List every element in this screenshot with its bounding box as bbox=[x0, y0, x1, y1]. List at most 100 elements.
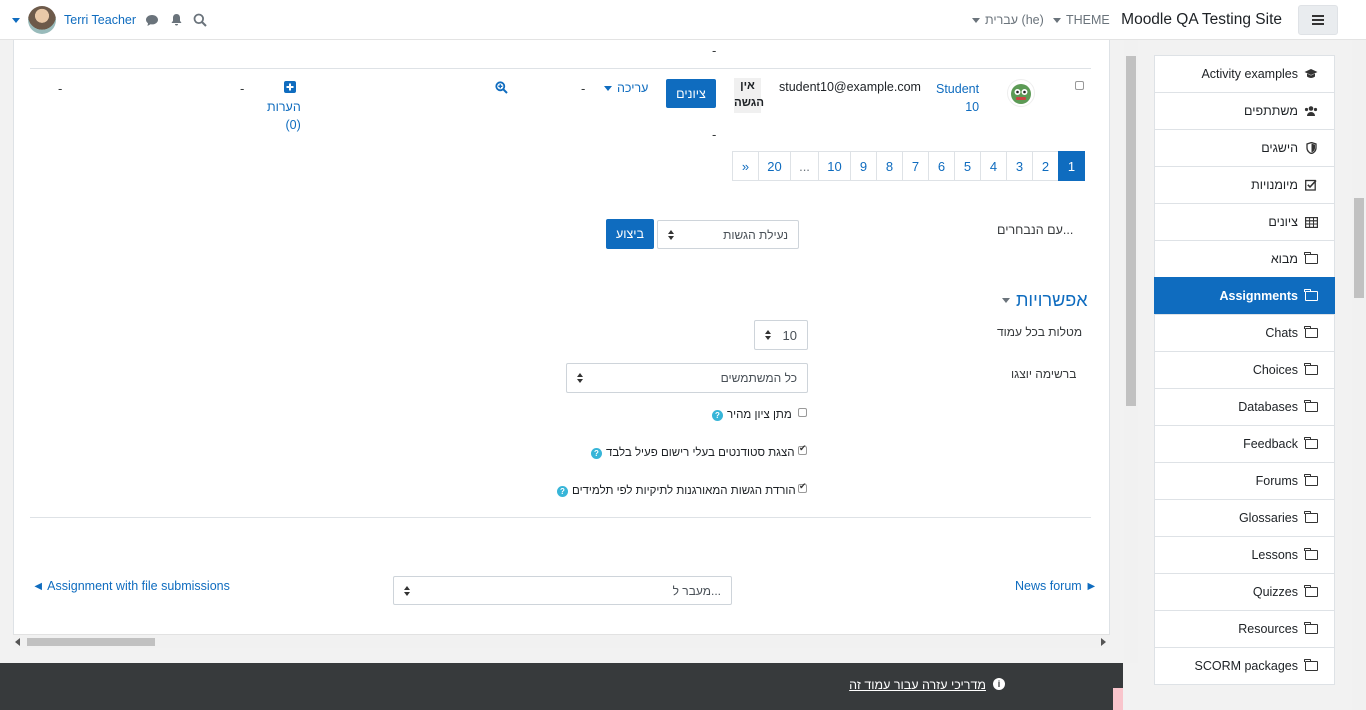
help-icon[interactable]: ? bbox=[712, 410, 723, 421]
active-only-checkbox[interactable] bbox=[798, 443, 807, 455]
drawer-item[interactable]: Glossaries bbox=[1154, 499, 1335, 537]
prev-activity-link[interactable]: ◄ Assignment with file submissions bbox=[32, 579, 230, 593]
drawer-scroll-thumb[interactable] bbox=[1354, 198, 1364, 298]
messages-icon[interactable] bbox=[144, 12, 160, 28]
student-name-link[interactable]: Student 10 bbox=[936, 80, 979, 116]
filter-select[interactable]: כל המשתמשים bbox=[566, 363, 808, 393]
theme-label: THEME bbox=[1066, 13, 1110, 27]
pagination-page[interactable]: 8 bbox=[876, 151, 903, 181]
pagination-next[interactable]: » bbox=[732, 151, 759, 181]
drawer-item[interactable]: Lessons bbox=[1154, 536, 1335, 574]
user-avatar[interactable] bbox=[28, 6, 56, 34]
folder-icon bbox=[1304, 585, 1318, 598]
bulk-action-select[interactable]: נעילת הגשות bbox=[657, 220, 799, 249]
shield-icon bbox=[1304, 142, 1318, 154]
drawer-item[interactable]: Choices bbox=[1154, 351, 1335, 389]
pagination-page[interactable]: 9 bbox=[850, 151, 877, 181]
pagination-ellipsis: ... bbox=[790, 151, 819, 181]
drawer-item-label: SCORM packages bbox=[1194, 659, 1298, 673]
language-menu[interactable]: עברית (he) bbox=[972, 13, 1044, 27]
drawer-item-label: Quizzes bbox=[1252, 585, 1298, 599]
comments-link[interactable]: הערות (0) bbox=[267, 98, 301, 134]
add-comment-icon[interactable] bbox=[284, 81, 296, 96]
drawer-scrollbar[interactable] bbox=[1352, 40, 1366, 710]
zoom-in-icon[interactable] bbox=[495, 81, 508, 97]
options-heading[interactable]: אפשרויות bbox=[1002, 290, 1088, 311]
drawer-item-label: הישגים bbox=[1261, 141, 1298, 155]
drawer-item[interactable]: Assignments bbox=[1154, 277, 1335, 315]
quick-grading-label: מתן ציון מהיר bbox=[727, 409, 792, 421]
help-icon[interactable]: ? bbox=[557, 486, 568, 497]
folder-icon bbox=[1304, 326, 1318, 339]
section-divider bbox=[30, 517, 1091, 518]
drawer-item-label: Lessons bbox=[1251, 548, 1298, 562]
next-activity-link[interactable]: News forum ► bbox=[1015, 579, 1098, 593]
download-folders-checkbox[interactable] bbox=[798, 481, 807, 493]
drawer-item[interactable]: Forums bbox=[1154, 462, 1335, 500]
drawer-item-label: Choices bbox=[1252, 363, 1298, 377]
info-icon: i bbox=[993, 678, 1005, 690]
drawer-item[interactable]: Resources bbox=[1154, 610, 1335, 648]
page-scroll-thumb[interactable] bbox=[1126, 56, 1136, 406]
theme-menu[interactable]: THEME bbox=[1053, 13, 1110, 27]
student-avatar-icon bbox=[1011, 84, 1031, 104]
site-name[interactable]: Moodle QA Testing Site bbox=[1121, 11, 1282, 29]
user-area: Terri Teacher bbox=[12, 5, 208, 35]
select-arrows-icon bbox=[404, 585, 410, 596]
drawer-item[interactable]: ציונים bbox=[1154, 203, 1335, 241]
drawer-item[interactable]: Databases bbox=[1154, 388, 1335, 426]
folder-icon bbox=[1304, 437, 1318, 450]
user-menu-caret-icon[interactable] bbox=[12, 17, 20, 23]
drawer-item[interactable]: מבוא bbox=[1154, 240, 1335, 278]
horizontal-scrollbar[interactable] bbox=[13, 634, 1110, 648]
notifications-bell-icon[interactable] bbox=[168, 12, 184, 28]
row-select-checkbox[interactable] bbox=[1075, 81, 1084, 90]
user-name[interactable]: Terri Teacher bbox=[64, 13, 136, 27]
drawer-item[interactable]: Quizzes bbox=[1154, 573, 1335, 611]
pagination-page[interactable]: 20 bbox=[758, 151, 791, 181]
student-avatar[interactable] bbox=[1007, 79, 1035, 107]
page-scrollbar[interactable] bbox=[1124, 40, 1138, 663]
footer-tab[interactable] bbox=[1113, 688, 1123, 710]
table-icon bbox=[1304, 216, 1318, 228]
chevron-down-icon bbox=[972, 17, 980, 23]
status-line1: אין bbox=[740, 80, 755, 92]
grade-button[interactable]: ציונים bbox=[666, 79, 716, 108]
users-icon bbox=[1304, 105, 1318, 117]
pagination-page[interactable]: 7 bbox=[902, 151, 929, 181]
drawer-item[interactable]: Activity examples bbox=[1154, 55, 1335, 93]
jump-to-value: מעבר ל... bbox=[672, 583, 721, 598]
drawer-item-label: מיומנויות bbox=[1251, 178, 1298, 192]
folder-icon bbox=[1304, 659, 1318, 672]
go-button[interactable]: ביצוע bbox=[606, 219, 654, 249]
drawer-item[interactable]: הישגים bbox=[1154, 129, 1335, 167]
grade-value: - bbox=[581, 81, 586, 96]
scroll-right-icon[interactable] bbox=[1101, 638, 1106, 646]
quick-grading-checkbox[interactable] bbox=[798, 408, 807, 417]
jump-to-select[interactable]: מעבר ל... bbox=[393, 576, 732, 605]
drawer-item[interactable]: משתתפים bbox=[1154, 92, 1335, 130]
drawer-toggle-button[interactable] bbox=[1298, 5, 1338, 35]
pagination-page[interactable]: 10 bbox=[818, 151, 851, 181]
drawer-item[interactable]: SCORM packages bbox=[1154, 647, 1335, 685]
pagination-page[interactable]: 1 bbox=[1058, 151, 1085, 181]
pagination-page[interactable]: 4 bbox=[980, 151, 1007, 181]
drawer-item-label: Chats bbox=[1265, 326, 1298, 340]
help-icon[interactable]: ? bbox=[591, 448, 602, 459]
search-icon[interactable] bbox=[192, 12, 208, 28]
edit-menu[interactable]: עריכה bbox=[604, 81, 648, 95]
pagination-page[interactable]: 3 bbox=[1006, 151, 1033, 181]
scroll-left-icon[interactable] bbox=[15, 638, 20, 646]
help-docs-link[interactable]: מדריכי עזרה עבור עמוד זה bbox=[849, 678, 986, 692]
pagination: » 20... 10 9 8 7 6 5 4 3 2 1 bbox=[732, 151, 1085, 181]
drawer-item[interactable]: Chats bbox=[1154, 314, 1335, 352]
drawer-item[interactable]: מיומנויות bbox=[1154, 166, 1335, 204]
pagination-page[interactable]: 5 bbox=[954, 151, 981, 181]
per-page-select[interactable]: 10 bbox=[754, 320, 808, 350]
graduation-cap-icon bbox=[1304, 68, 1318, 80]
drawer-item[interactable]: Feedback bbox=[1154, 425, 1335, 463]
last-modified-dash: - bbox=[240, 81, 245, 96]
pagination-page[interactable]: 6 bbox=[928, 151, 955, 181]
horizontal-scroll-thumb[interactable] bbox=[27, 638, 155, 646]
pagination-page[interactable]: 2 bbox=[1032, 151, 1059, 181]
